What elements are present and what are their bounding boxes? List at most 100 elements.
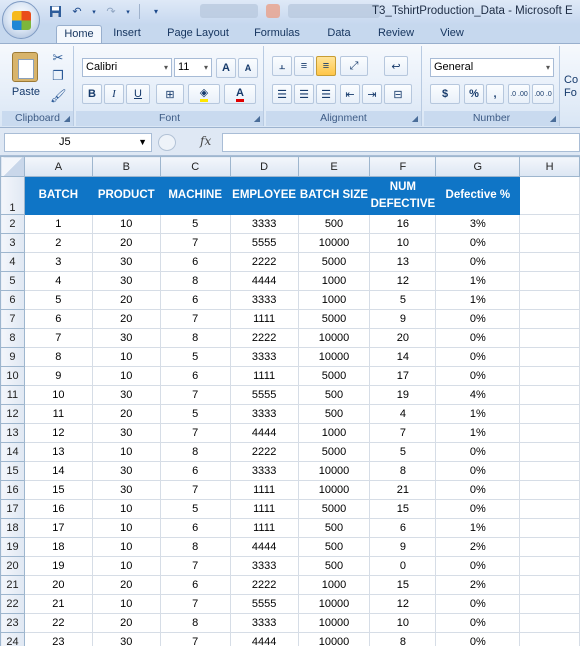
redo-icon[interactable]: ↷ (102, 3, 120, 20)
column-header-a[interactable]: A (23, 156, 93, 177)
table-cell[interactable]: 7 (159, 556, 231, 576)
table-cell[interactable]: 10000 (297, 233, 371, 253)
empty-cell[interactable] (519, 594, 580, 614)
row-header[interactable]: 12 (0, 404, 25, 424)
align-right-icon[interactable]: ☰ (316, 84, 336, 104)
table-cell[interactable]: 21 (369, 480, 437, 500)
tab-insert[interactable]: Insert (104, 25, 150, 43)
table-cell[interactable]: 17 (369, 366, 437, 386)
table-cell[interactable]: 12 (23, 423, 93, 443)
header-cell-defective-percent[interactable]: Defective % (435, 176, 521, 215)
table-cell[interactable]: 30 (91, 271, 161, 291)
table-cell[interactable]: 11 (23, 404, 93, 424)
table-cell[interactable]: 2% (435, 537, 521, 557)
row-header[interactable]: 11 (0, 385, 25, 405)
empty-cell[interactable] (519, 347, 580, 367)
table-cell[interactable]: 10 (369, 233, 437, 253)
table-cell[interactable]: 8 (159, 537, 231, 557)
table-cell[interactable]: 5 (23, 290, 93, 310)
row-header[interactable]: 21 (0, 575, 25, 595)
row-header[interactable]: 15 (0, 461, 25, 481)
table-cell[interactable]: 19 (369, 385, 437, 405)
table-cell[interactable]: 8 (369, 632, 437, 646)
table-cell[interactable]: 0% (435, 613, 521, 633)
align-center-icon[interactable]: ☰ (294, 84, 314, 104)
decrease-decimal-button[interactable]: .00 .0 (532, 84, 554, 104)
table-cell[interactable]: 20 (91, 290, 161, 310)
table-cell[interactable]: 0% (435, 480, 521, 500)
number-format-box[interactable]: General ▾ (430, 58, 554, 77)
table-cell[interactable]: 1111 (229, 499, 299, 519)
header-cell-num-defective[interactable]: NUM DEFECTIVE (369, 176, 437, 215)
alignment-launcher-icon[interactable]: ◢ (412, 114, 418, 123)
table-cell[interactable]: 10000 (297, 347, 371, 367)
row-header[interactable]: 14 (0, 442, 25, 462)
table-cell[interactable]: 5555 (229, 385, 299, 405)
redo-dropdown-icon[interactable]: ▾ (124, 3, 132, 20)
table-cell[interactable]: 17 (23, 518, 93, 538)
empty-cell[interactable] (519, 290, 580, 310)
empty-cell[interactable] (519, 328, 580, 348)
orientation-icon[interactable]: ⤢ (340, 56, 368, 76)
table-cell[interactable]: 14 (23, 461, 93, 481)
table-cell[interactable]: 0% (435, 556, 521, 576)
table-cell[interactable]: 4444 (229, 423, 299, 443)
table-cell[interactable]: 10 (91, 499, 161, 519)
table-cell[interactable]: 4444 (229, 537, 299, 557)
formula-input[interactable] (222, 133, 580, 152)
table-cell[interactable]: 3 (23, 252, 93, 272)
table-cell[interactable]: 7 (159, 385, 231, 405)
table-cell[interactable]: 2222 (229, 575, 299, 595)
row-header[interactable]: 7 (0, 309, 25, 329)
paste-icon[interactable] (12, 52, 38, 82)
table-cell[interactable]: 6 (159, 252, 231, 272)
increase-indent-icon[interactable]: ⇥ (362, 84, 382, 104)
increase-decimal-button[interactable]: .0 .00 (508, 84, 530, 104)
table-cell[interactable]: 7 (23, 328, 93, 348)
table-cell[interactable]: 5000 (297, 442, 371, 462)
cut-icon[interactable]: ✂ (50, 50, 66, 66)
clipboard-launcher-icon[interactable]: ◢ (64, 114, 70, 123)
table-cell[interactable]: 8 (369, 461, 437, 481)
table-cell[interactable]: 10000 (297, 328, 371, 348)
tab-data[interactable]: Data (316, 25, 362, 43)
table-cell[interactable]: 10000 (297, 613, 371, 633)
table-cell[interactable]: 5 (369, 442, 437, 462)
row-header[interactable]: 18 (0, 518, 25, 538)
font-color-button[interactable]: A (224, 84, 256, 104)
table-cell[interactable]: 10 (369, 613, 437, 633)
empty-cell[interactable] (519, 461, 580, 481)
table-cell[interactable]: 9 (23, 366, 93, 386)
merge-center-icon[interactable]: ⊟ (384, 84, 412, 104)
table-cell[interactable]: 2% (435, 575, 521, 595)
tab-page-layout[interactable]: Page Layout (160, 25, 236, 43)
table-cell[interactable]: 10 (91, 347, 161, 367)
header-cell-batch[interactable]: BATCH (23, 176, 93, 215)
table-cell[interactable]: 30 (91, 461, 161, 481)
table-cell[interactable]: 7 (159, 480, 231, 500)
table-cell[interactable]: 0% (435, 252, 521, 272)
table-cell[interactable]: 10 (91, 594, 161, 614)
table-cell[interactable]: 8 (159, 271, 231, 291)
table-cell[interactable]: 2222 (229, 328, 299, 348)
table-cell[interactable]: 5 (159, 404, 231, 424)
empty-cell[interactable] (519, 271, 580, 291)
table-cell[interactable]: 1 (23, 214, 93, 234)
table-cell[interactable]: 7 (369, 423, 437, 443)
shrink-font-button[interactable]: A (238, 58, 258, 78)
empty-cell[interactable] (519, 404, 580, 424)
table-cell[interactable]: 7 (159, 632, 231, 646)
table-cell[interactable]: 19 (23, 556, 93, 576)
table-cell[interactable]: 20 (23, 575, 93, 595)
table-cell[interactable]: 2222 (229, 252, 299, 272)
row-header[interactable]: 13 (0, 423, 25, 443)
align-left-icon[interactable]: ☰ (272, 84, 292, 104)
underline-button[interactable]: U (126, 84, 150, 104)
table-cell[interactable]: 500 (297, 556, 371, 576)
row-header[interactable]: 20 (0, 556, 25, 576)
empty-cell[interactable] (519, 214, 580, 234)
row-header[interactable]: 9 (0, 347, 25, 367)
table-cell[interactable]: 5 (159, 499, 231, 519)
borders-button[interactable]: ⊞ (156, 84, 184, 104)
empty-cell[interactable] (519, 366, 580, 386)
